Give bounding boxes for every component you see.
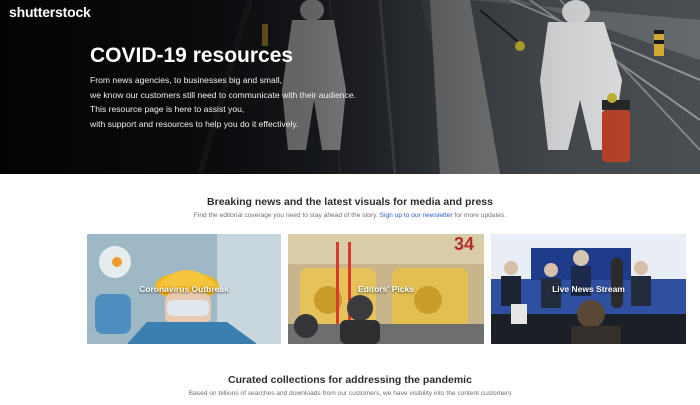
breaking-news-subtitle: Find the editorial coverage you need to … <box>0 212 700 219</box>
shutterstock-logo[interactable]: shutterstock <box>9 4 91 20</box>
page-title: COVID-19 resources <box>90 44 294 67</box>
card-live-news-stream[interactable]: Live News Stream <box>491 234 686 344</box>
editorial-cards: Coronavirus Outbreak 34 Editors' Picks L… <box>87 234 686 344</box>
hero-description: From news agencies, to businesses big an… <box>90 73 410 131</box>
newsletter-signup-link[interactable]: Sign up to our newsletter <box>380 212 453 219</box>
card-label: Coronavirus Outbreak <box>139 284 229 294</box>
train-number-sign: 34 <box>454 234 474 254</box>
hero-line: This resource page is here to assist you… <box>90 104 245 114</box>
curated-collections-subtitle: Based on billions of searches and downlo… <box>188 390 512 397</box>
card-coronavirus-outbreak[interactable]: Coronavirus Outbreak <box>87 234 281 344</box>
hero-line: we know our customers still need to comm… <box>90 89 357 100</box>
hero-line: with support and resources to help you d… <box>90 118 299 129</box>
card-label: Editors' Picks <box>358 284 414 294</box>
hero-line: From news agencies, to businesses big an… <box>90 75 283 85</box>
subtitle-text: Find the editorial coverage you need to … <box>193 212 378 219</box>
curated-collections-heading: Curated collections for addressing the p… <box>228 374 472 386</box>
card-label: Live News Stream <box>552 284 625 294</box>
subtitle-text-end: for more updates. <box>454 212 507 219</box>
card-editors-picks[interactable]: 34 Editors' Picks <box>288 234 484 344</box>
hero-banner: shutterstock COVID-19 resources From new… <box>0 0 700 174</box>
breaking-news-heading: Breaking news and the latest visuals for… <box>207 196 493 208</box>
